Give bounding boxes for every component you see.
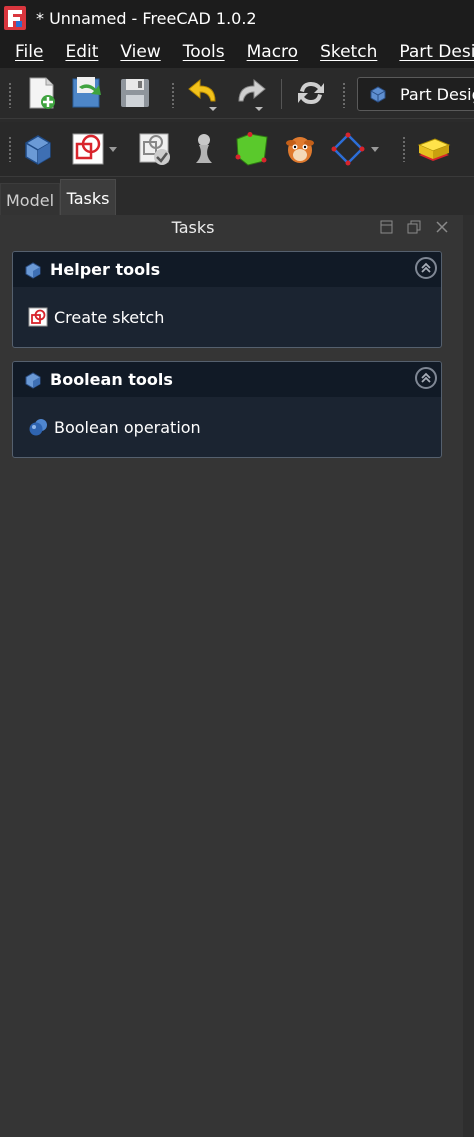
dock-close-icon[interactable] (434, 219, 450, 235)
toolbar-separator (281, 79, 282, 109)
freecad-logo-icon (4, 6, 26, 30)
clone-icon[interactable] (282, 131, 318, 167)
boolean-operation-label: Boolean operation (54, 417, 201, 437)
taskbox-title: Boolean tools (50, 370, 173, 389)
toolbar-grip[interactable] (402, 136, 406, 162)
save-document-icon[interactable] (117, 75, 153, 111)
window-title: * Unnamed - FreeCAD 1.0.2 (36, 8, 257, 28)
tasks-panel: Tasks Helper tools Create sketch Boolean… (0, 215, 463, 1137)
scrollbar[interactable] (463, 215, 474, 1137)
sketch-dropdown-arrow-icon[interactable] (106, 131, 120, 167)
dock-float-icon[interactable] (406, 219, 422, 235)
refresh-icon[interactable] (293, 75, 329, 111)
validate-sketch-icon[interactable] (137, 131, 173, 167)
menu-edit[interactable]: Edit (65, 42, 98, 62)
taskbox-header[interactable]: Boolean tools (13, 362, 441, 397)
body-icon[interactable] (21, 131, 57, 167)
menu-bar: File Edit View Tools Macro Sketch Part D… (0, 36, 474, 68)
open-document-icon[interactable] (70, 75, 106, 111)
menu-macro[interactable]: Macro (247, 42, 298, 62)
part-design-icon (368, 84, 388, 104)
dock-title: Tasks (171, 218, 215, 237)
workbench-selector-label: Part Design (400, 84, 474, 104)
collapse-icon[interactable] (415, 367, 437, 389)
title-bar: * Unnamed - FreeCAD 1.0.2 (0, 0, 474, 36)
toolbar-grip[interactable] (171, 82, 175, 108)
collapse-icon[interactable] (415, 257, 437, 279)
dock-title-bar: Tasks (0, 215, 463, 241)
part-design-icon (24, 371, 42, 389)
datum-plane-icon[interactable] (330, 131, 366, 167)
pad-icon[interactable] (416, 131, 452, 167)
tab-tasks[interactable]: Tasks (60, 179, 116, 216)
taskbox-body: Boolean operation (13, 397, 441, 457)
part-design-toolbar (0, 122, 474, 177)
menu-file[interactable]: File (15, 42, 43, 62)
helper-tools-taskbox: Helper tools Create sketch (12, 251, 442, 348)
new-document-icon[interactable] (24, 75, 60, 111)
file-toolbar: Part Design (0, 68, 474, 119)
menu-view[interactable]: View (120, 42, 160, 62)
sketch-icon (28, 307, 48, 327)
boolean-operation-action[interactable]: Boolean operation (28, 417, 201, 437)
toolbar-grip[interactable] (342, 82, 346, 108)
part-design-icon (24, 261, 42, 279)
undo-icon[interactable] (185, 75, 221, 111)
taskbox-title: Helper tools (50, 260, 161, 279)
tab-bar: Model Tasks (0, 177, 474, 216)
datum-dropdown-arrow-icon[interactable] (368, 131, 382, 167)
workbench-selector[interactable]: Part Design (357, 77, 474, 111)
shape-binder-icon[interactable] (186, 131, 222, 167)
tab-model[interactable]: Model (0, 183, 60, 216)
sketch-icon[interactable] (70, 131, 106, 167)
toolbar-grip[interactable] (8, 82, 12, 108)
menu-sketch[interactable]: Sketch (320, 42, 377, 62)
taskbox-header[interactable]: Helper tools (13, 252, 441, 287)
menu-tools[interactable]: Tools (183, 42, 225, 62)
redo-icon[interactable] (233, 75, 269, 111)
boolean-tools-taskbox: Boolean tools Boolean operation (12, 361, 442, 458)
taskbox-body: Create sketch (13, 287, 441, 347)
boolean-icon (28, 417, 48, 437)
create-sketch-action[interactable]: Create sketch (28, 307, 164, 327)
toolbar-grip[interactable] (8, 136, 12, 162)
subshape-binder-icon[interactable] (234, 131, 270, 167)
create-sketch-label: Create sketch (54, 307, 165, 327)
menu-part-design[interactable]: Part Design (399, 42, 474, 62)
dock-minimize-icon[interactable] (379, 219, 395, 235)
